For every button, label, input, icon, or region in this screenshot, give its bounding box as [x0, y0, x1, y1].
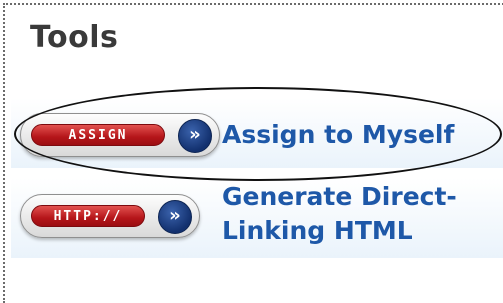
http-button[interactable]: HTTP:// » — [20, 194, 200, 238]
double-chevron-right-icon: » — [158, 200, 192, 234]
link-line-1: Generate Direct- — [222, 182, 457, 211]
http-badge: HTTP:// — [31, 205, 145, 227]
link-line-2: Linking HTML — [222, 216, 413, 245]
assign-badge: ASSIGN — [31, 124, 165, 146]
generate-direct-linking-html-link[interactable]: Generate Direct- Linking HTML — [222, 180, 457, 248]
assign-to-myself-link[interactable]: Assign to Myself — [222, 118, 454, 152]
panel-title: Tools — [30, 20, 119, 55]
assign-button[interactable]: ASSIGN » — [20, 113, 220, 157]
double-chevron-right-icon: » — [178, 119, 212, 153]
